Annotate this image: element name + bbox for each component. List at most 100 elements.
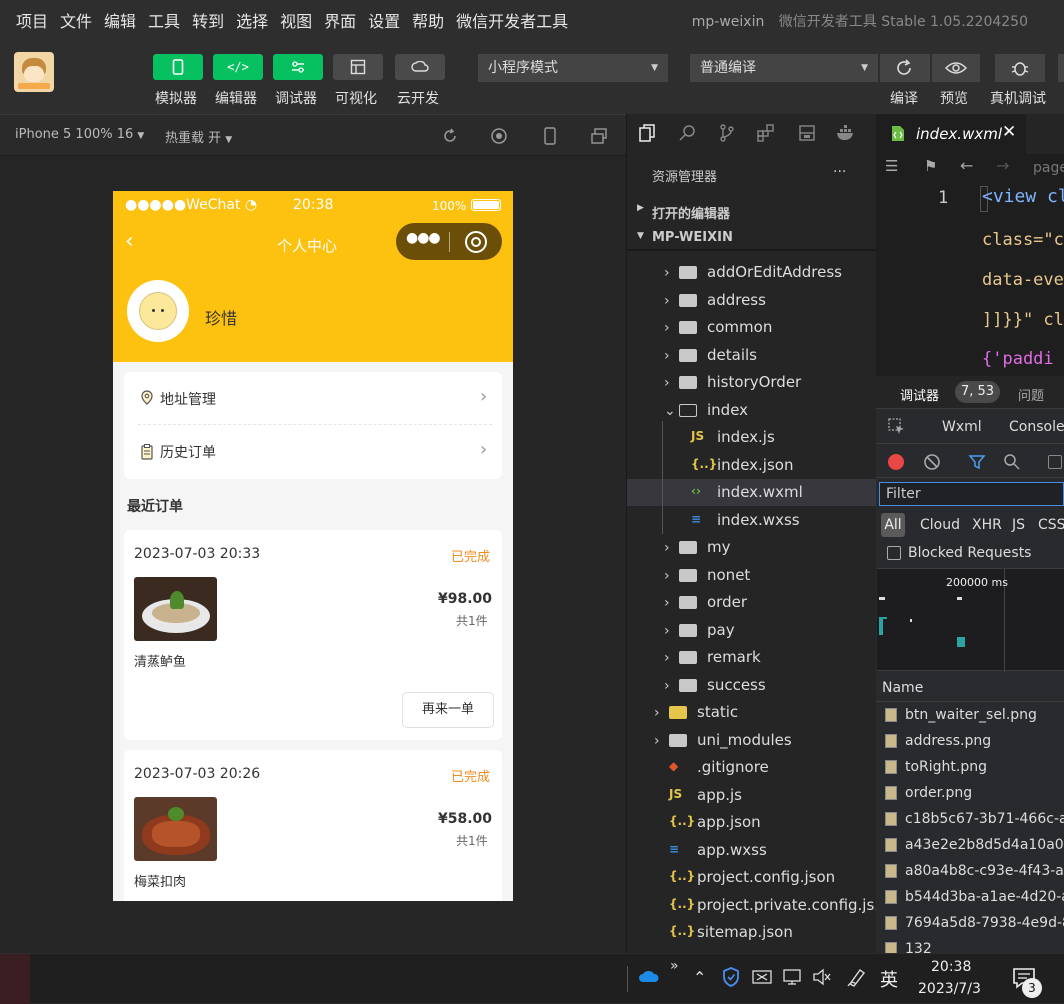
type-filter-all[interactable]: All	[881, 513, 905, 537]
menu-view[interactable]: 视图	[280, 8, 312, 32]
network-icon[interactable]	[782, 968, 802, 986]
tree-item-index-json[interactable]: {..} index.json	[627, 452, 877, 479]
network-request-row[interactable]: toRight.png	[876, 754, 1064, 780]
open-editors-section[interactable]: ▶ 打开的编辑器	[627, 198, 877, 224]
network-request-row[interactable]: a80a4b8c-c93e-4f43-ac	[876, 858, 1064, 884]
network-request-row[interactable]: btn_waiter_sel.png	[876, 702, 1064, 728]
search-icon[interactable]	[1003, 453, 1021, 471]
tree-item-details[interactable]: › details	[627, 342, 877, 369]
tab-wxml[interactable]: Wxml	[942, 419, 982, 435]
onedrive-icon[interactable]	[638, 967, 660, 985]
extensions-icon[interactable]	[756, 123, 776, 143]
tree-item-static[interactable]: › static	[627, 699, 877, 726]
tree-item-index[interactable]: ⌄ index	[627, 397, 877, 424]
storage-icon[interactable]	[797, 123, 817, 143]
hot-reload-select[interactable]: 热重载 开 ▼	[165, 127, 232, 146]
preview-button[interactable]	[932, 54, 980, 82]
tree-item-pay[interactable]: › pay	[627, 617, 877, 644]
cloud-button[interactable]	[395, 54, 445, 80]
tree-item-project-private-config-js[interactable]: {..} project.private.config.js...	[627, 892, 889, 919]
pen-icon[interactable]	[846, 966, 868, 988]
address-menu-item[interactable]: 地址管理 ›	[138, 372, 492, 425]
order-card[interactable]: 2023-07-03 20:26 已完成 ¥58.00 共1件 梅菜扣肉	[124, 750, 502, 901]
input-method-icon[interactable]	[752, 969, 772, 985]
menu-edit[interactable]: 编辑	[104, 8, 136, 32]
list-icon[interactable]: ☰	[885, 157, 898, 175]
tree-item-app-json[interactable]: {..} app.json	[627, 809, 877, 836]
menu-help[interactable]: 帮助	[412, 8, 444, 32]
blocked-requests-checkbox[interactable]	[887, 546, 901, 560]
tab-issues[interactable]: 问题	[1018, 385, 1044, 404]
name-column-header[interactable]: Name	[882, 680, 923, 696]
real-debug-button[interactable]	[995, 54, 1045, 82]
menu-tools[interactable]: 工具	[148, 8, 180, 32]
tab-console[interactable]: Console	[1009, 419, 1064, 435]
files-icon[interactable]	[637, 123, 657, 143]
more-icon[interactable]: ●●●	[406, 230, 441, 246]
tree-item-nonet[interactable]: › nonet	[627, 562, 877, 589]
device-select[interactable]: iPhone 5 100% 16 ▼	[15, 127, 144, 142]
filter-icon[interactable]	[968, 453, 986, 471]
volume-muted-icon[interactable]	[812, 968, 832, 986]
arrow-right-icon[interactable]: →	[996, 156, 1009, 175]
clock-time[interactable]: 20:38	[931, 959, 971, 975]
menu-interface[interactable]: 界面	[324, 8, 356, 32]
source-control-icon[interactable]	[717, 123, 737, 143]
network-request-row[interactable]: address.png	[876, 728, 1064, 754]
clock-date[interactable]: 2023/7/3	[918, 981, 981, 997]
type-filter-js[interactable]: JS	[1012, 517, 1025, 533]
record-icon[interactable]	[888, 454, 904, 470]
back-icon[interactable]: ‹	[125, 229, 134, 254]
bookmark-icon[interactable]: ⚑	[924, 157, 937, 175]
security-shield-icon[interactable]	[722, 967, 740, 987]
editor-button[interactable]: </>	[213, 54, 263, 80]
simulator-button[interactable]	[153, 54, 203, 80]
network-timeline[interactable]: 200000 ms	[877, 568, 1064, 672]
menu-select[interactable]: 选择	[236, 8, 268, 32]
overflow-chevron-icon[interactable]: »	[670, 958, 679, 974]
visual-button[interactable]	[333, 54, 383, 80]
tree-item-index-js[interactable]: JS index.js	[627, 424, 877, 451]
code-line[interactable]: class="c	[982, 230, 1064, 250]
more-toolbar-button[interactable]	[1058, 54, 1064, 82]
tree-item-order[interactable]: › order	[627, 589, 877, 616]
tree-item-my[interactable]: › my	[627, 534, 877, 561]
close-icon[interactable]: ✕	[1002, 122, 1016, 142]
tree-item-index-wxss[interactable]: ≡ index.wxss	[627, 507, 877, 534]
tree-item-app-wxss[interactable]: ≡ app.wxss	[627, 837, 877, 864]
editor-tab-index-wxml[interactable]: index.wxml ✕	[876, 114, 1026, 154]
record-icon[interactable]	[490, 127, 508, 145]
rotate-icon[interactable]	[441, 127, 459, 145]
tree-item-sitemap-json[interactable]: {..} sitemap.json	[627, 919, 877, 946]
tree-item-index-wxml[interactable]: ‹› index.wxml	[627, 479, 877, 506]
filter-input[interactable]: Filter	[879, 482, 1064, 506]
tab-debugger[interactable]: 调试器	[900, 385, 939, 404]
search-icon[interactable]	[677, 123, 697, 143]
type-filter-cloud[interactable]: Cloud	[920, 517, 960, 533]
tree-item-address[interactable]: › address	[627, 287, 877, 314]
order-card[interactable]: 2023-07-03 20:33 已完成 ¥98.00 共1件 清蒸鲈鱼 再来一…	[124, 530, 502, 740]
tree-item-remark[interactable]: › remark	[627, 644, 877, 671]
docker-icon[interactable]	[835, 123, 857, 143]
compile-button[interactable]	[880, 54, 930, 82]
breadcrumb[interactable]: page	[1033, 160, 1064, 176]
preserve-log-checkbox[interactable]	[1048, 455, 1062, 469]
arrow-left-icon[interactable]: ←	[960, 156, 973, 175]
network-request-row[interactable]: 7694a5d8-7938-4e9d-8b	[876, 910, 1064, 936]
tree-item-gitignore[interactable]: ◆ .gitignore	[627, 754, 877, 781]
network-request-row[interactable]: c18b5c67-3b71-466c-a7	[876, 806, 1064, 832]
tree-item-uni-modules[interactable]: › uni_modules	[627, 727, 877, 754]
ime-language[interactable]: 英	[880, 966, 898, 992]
clear-icon[interactable]	[923, 453, 941, 471]
type-filter-xhr[interactable]: XHR	[972, 517, 1002, 533]
reorder-button[interactable]: 再来一单	[402, 692, 494, 728]
explorer-more-icon[interactable]: ···	[833, 164, 846, 180]
close-capsule-icon[interactable]	[465, 231, 487, 253]
network-request-row[interactable]: order.png	[876, 780, 1064, 806]
tree-item-project-config-json[interactable]: {..} project.config.json	[627, 864, 877, 891]
network-request-row[interactable]: b544d3ba-a1ae-4d20-a8	[876, 884, 1064, 910]
menu-project[interactable]: 项目	[16, 8, 48, 32]
menu-goto[interactable]: 转到	[192, 8, 224, 32]
debugger-button[interactable]	[273, 54, 323, 80]
history-menu-item[interactable]: 历史订单 ›	[138, 426, 492, 479]
